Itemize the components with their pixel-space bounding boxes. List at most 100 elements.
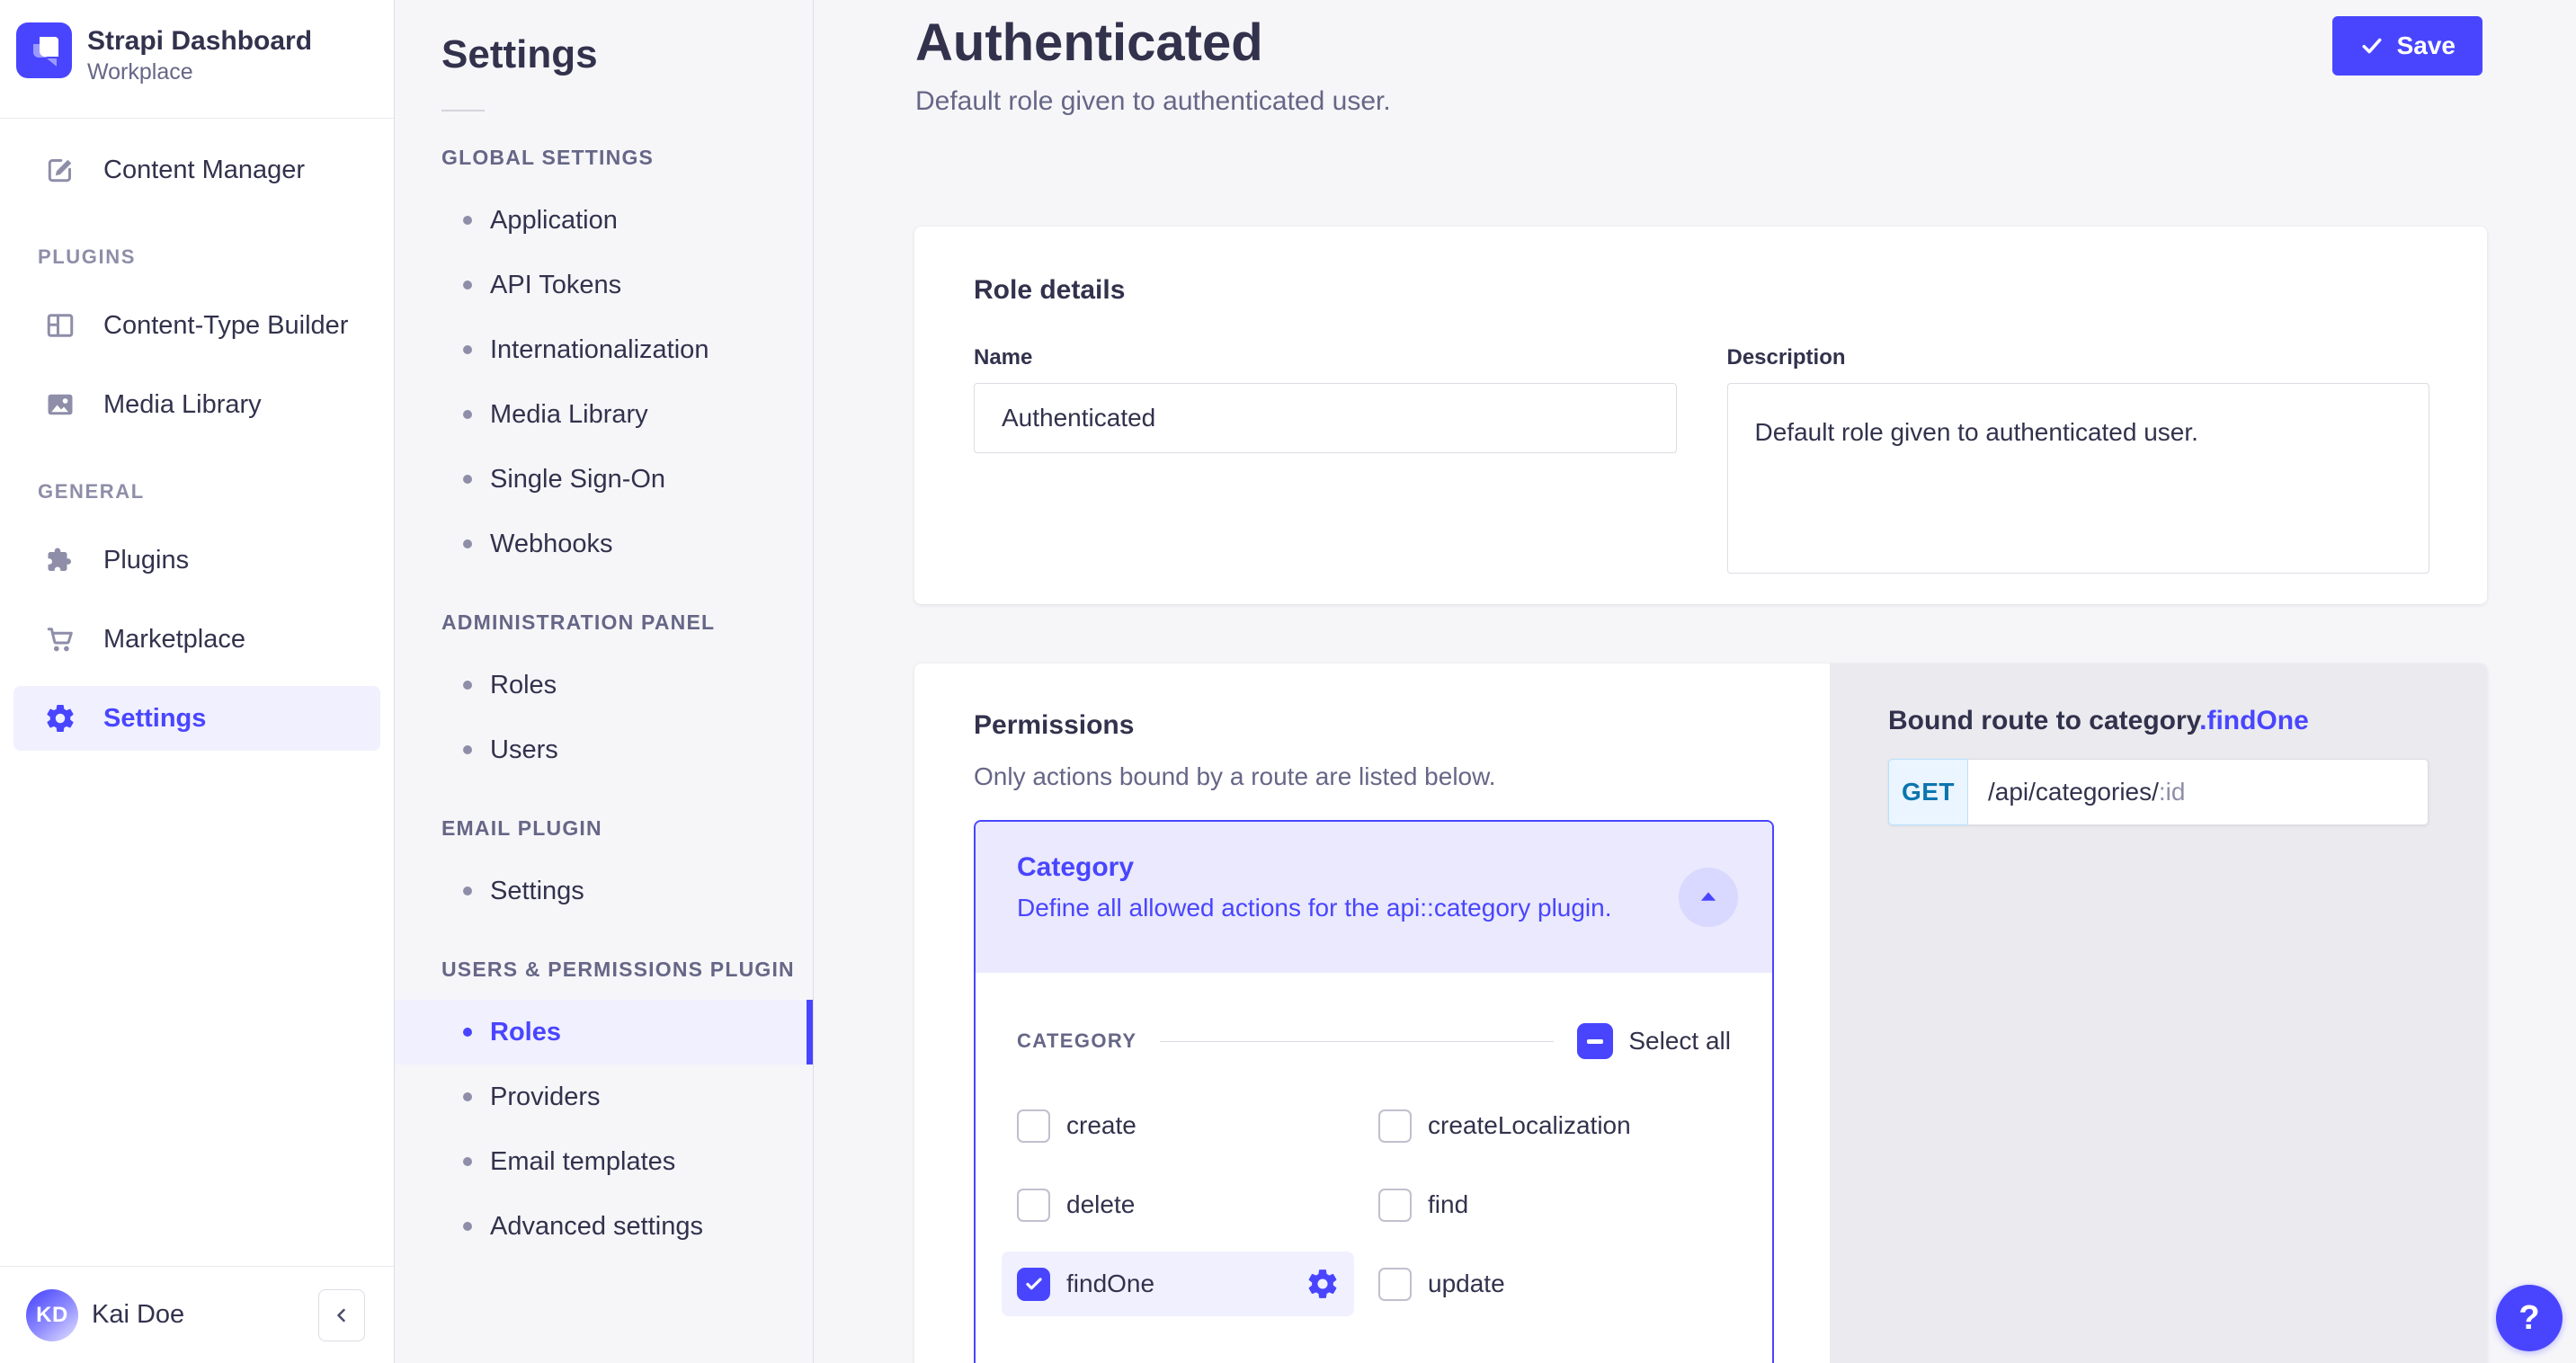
action-row-findone[interactable]: findOne	[1002, 1252, 1354, 1316]
subnav-item-single-sign-on[interactable]: Single Sign-On	[395, 447, 813, 512]
subnav-item-advanced-settings[interactable]: Advanced settings	[395, 1194, 813, 1259]
subnav-group-users-permissions: USERS & PERMISSIONS PLUGIN	[441, 959, 813, 980]
bullet-icon	[463, 345, 472, 354]
gear-icon	[44, 702, 76, 735]
sidebar-item-label: Media Library	[103, 390, 262, 420]
bullet-icon	[463, 539, 472, 548]
bullet-icon	[463, 1222, 472, 1231]
subnav-item-api-tokens[interactable]: API Tokens	[395, 253, 813, 317]
subnav-item-webhooks[interactable]: Webhooks	[395, 512, 813, 576]
subnav-item-email-settings[interactable]: Settings	[395, 859, 813, 923]
sidebar-item-label: Settings	[103, 704, 206, 734]
divider	[0, 118, 394, 119]
category-group-label: CATEGORY	[1017, 1029, 1136, 1053]
subnav-item-admin-users[interactable]: Users	[395, 717, 813, 782]
sidebar-item-label: Plugins	[103, 546, 189, 575]
subnav-item-up-roles[interactable]: Roles	[395, 1000, 813, 1065]
save-button[interactable]: Save	[2332, 16, 2482, 76]
sidebar-item-label: Content Manager	[103, 156, 305, 185]
cart-icon	[44, 623, 76, 655]
checkbox[interactable]	[1378, 1268, 1412, 1301]
chevron-left-icon	[331, 1305, 352, 1326]
route-path: /api/categories/:id	[1968, 760, 2185, 824]
image-icon	[44, 388, 76, 421]
bound-route-heading: Bound route to category.findOne	[1888, 703, 2487, 739]
sidebar-item-media-library[interactable]: Media Library	[13, 372, 380, 437]
checkbox-checked[interactable]	[1017, 1268, 1050, 1301]
user-name: Kai Doe	[92, 1300, 318, 1330]
settings-subnav: Settings GLOBAL SETTINGS Application API…	[395, 0, 814, 1363]
action-row-delete[interactable]: delete	[1002, 1172, 1354, 1237]
chevron-up-icon	[1695, 884, 1722, 911]
name-field[interactable]	[974, 383, 1677, 453]
sidebar-item-settings[interactable]: Settings	[13, 686, 380, 751]
category-accordion-header[interactable]: Category Define all allowed actions for …	[976, 822, 1772, 973]
subnav-item-providers[interactable]: Providers	[395, 1065, 813, 1129]
main-sidebar: Strapi Dashboard Workplace Content Manag…	[0, 0, 395, 1363]
subnav-group-administration-panel: ADMINISTRATION PANEL	[441, 612, 813, 633]
subnav-item-application[interactable]: Application	[395, 188, 813, 253]
description-field[interactable]: Default role given to authenticated user…	[1727, 383, 2430, 574]
main-content: Authenticated Default role given to auth…	[815, 0, 2576, 1363]
help-button[interactable]: ?	[2496, 1285, 2563, 1351]
subnav-item-media-library[interactable]: Media Library	[395, 382, 813, 447]
app-title: Strapi Dashboard	[87, 26, 312, 57]
role-details-card: Role details Name Description Default ro…	[914, 227, 2487, 604]
action-row-createlocalization[interactable]: createLocalization	[1363, 1093, 1716, 1158]
avatar: KD	[26, 1289, 78, 1341]
accordion-body: CATEGORY Select all create createLocaliz…	[976, 973, 1772, 1316]
workspace-name: Workplace	[87, 58, 312, 85]
bullet-icon	[463, 216, 472, 225]
sidebar-item-label: Marketplace	[103, 625, 245, 655]
checkbox[interactable]	[1017, 1109, 1050, 1143]
accordion-subtitle: Define all allowed actions for the api::…	[1017, 894, 1772, 922]
collapse-accordion-button[interactable]	[1679, 868, 1738, 927]
permissions-card: Permissions Only actions bound by a rout…	[914, 664, 2487, 1363]
collapse-sidebar-button[interactable]	[318, 1289, 365, 1341]
strapi-logo-icon	[16, 22, 72, 78]
sidebar-item-content-manager[interactable]: Content Manager	[13, 138, 380, 202]
checkbox[interactable]	[1017, 1189, 1050, 1222]
sidebar-item-label: Content-Type Builder	[103, 311, 348, 341]
bullet-icon	[463, 886, 472, 895]
subnav-title: Settings	[441, 32, 813, 77]
action-settings-gear-icon[interactable]	[1306, 1267, 1340, 1301]
layout-icon	[44, 309, 76, 342]
http-method-badge: GET	[1888, 759, 1968, 825]
content-manager-icon	[44, 154, 76, 186]
select-all-checkbox[interactable]	[1577, 1023, 1613, 1059]
workspace-header[interactable]: Strapi Dashboard Workplace	[0, 0, 394, 78]
action-row-update[interactable]: update	[1363, 1252, 1716, 1316]
accordion-title: Category	[1017, 852, 1772, 883]
actions-grid: create createLocalization delete fi	[1002, 1093, 1731, 1316]
permissions-heading: Permissions	[974, 710, 1830, 741]
route-display: GET /api/categories/:id	[1888, 759, 2429, 825]
sidebar-section-plugins: PLUGINS	[38, 245, 394, 269]
bullet-icon	[463, 1028, 472, 1037]
bullet-icon	[463, 1092, 472, 1101]
page-subtitle: Default role given to authenticated user…	[915, 86, 1391, 117]
subnav-item-internationalization[interactable]: Internationalization	[395, 317, 813, 382]
puzzle-icon	[44, 544, 76, 576]
bullet-icon	[463, 410, 472, 419]
action-row-find[interactable]: find	[1363, 1172, 1716, 1237]
description-label: Description	[1727, 345, 2430, 370]
sidebar-item-marketplace[interactable]: Marketplace	[13, 607, 380, 672]
checkbox[interactable]	[1378, 1189, 1412, 1222]
sidebar-item-plugins[interactable]: Plugins	[13, 528, 380, 592]
bullet-icon	[463, 475, 472, 484]
subnav-group-email-plugin: EMAIL PLUGIN	[441, 818, 813, 839]
action-row-create[interactable]: create	[1002, 1093, 1354, 1158]
role-details-heading: Role details	[974, 275, 2429, 306]
permissions-subtitle: Only actions bound by a route are listed…	[974, 762, 1830, 791]
minus-icon	[1587, 1039, 1603, 1044]
subnav-item-email-templates[interactable]: Email templates	[395, 1129, 813, 1194]
subnav-group-global-settings: GLOBAL SETTINGS	[441, 147, 813, 168]
bullet-icon	[463, 681, 472, 690]
subnav-item-admin-roles[interactable]: Roles	[395, 653, 813, 717]
checkbox[interactable]	[1378, 1109, 1412, 1143]
bullet-icon	[463, 281, 472, 290]
sidebar-item-content-type-builder[interactable]: Content-Type Builder	[13, 293, 380, 358]
category-accordion: Category Define all allowed actions for …	[974, 820, 1774, 1363]
permissions-pane: Permissions Only actions bound by a rout…	[914, 664, 1830, 1363]
